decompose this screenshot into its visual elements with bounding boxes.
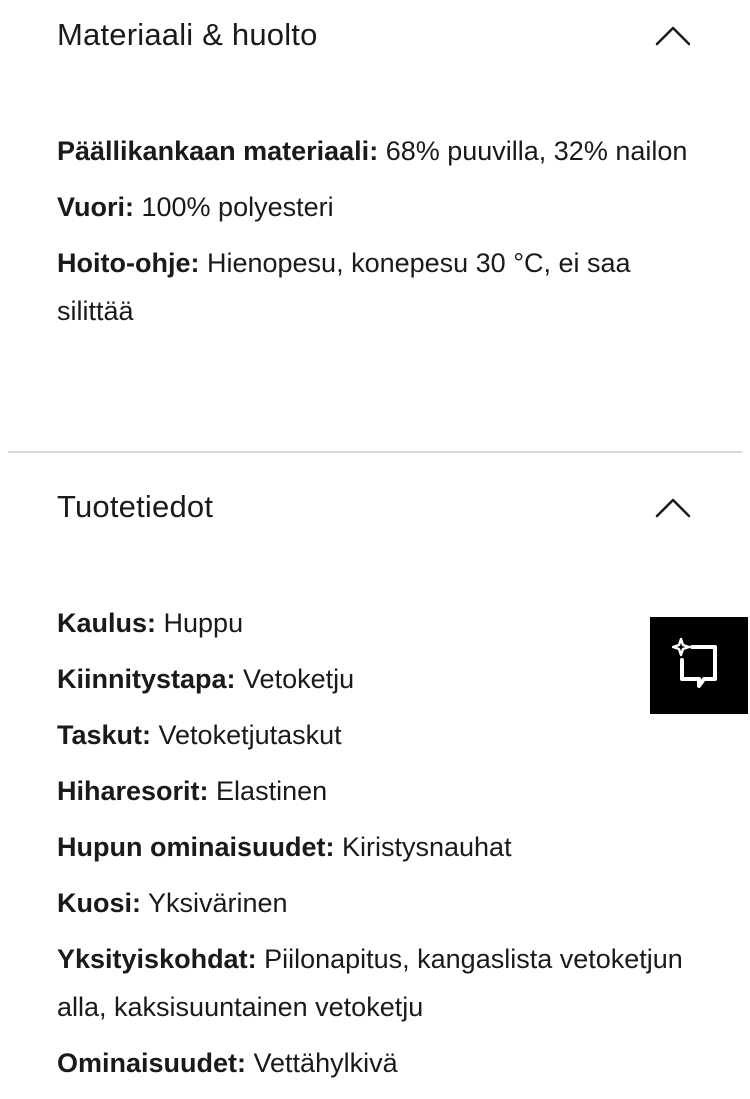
- attribute-row: Kaulus: Huppu: [57, 599, 697, 647]
- materials-attribute-list: Päällikankaan materiaali: 68% puuvilla, …: [57, 127, 697, 343]
- attribute-row: Yksityiskohdat: Piilonapitus, kangaslist…: [57, 935, 697, 1031]
- attribute-row: Vuori: 100% polyesteri: [57, 183, 697, 231]
- attribute-row: Hiharesorit: Elastinen: [57, 767, 697, 815]
- section-title: Tuotetiedot: [57, 489, 214, 524]
- visual-search-button[interactable]: [650, 617, 748, 714]
- attribute-value: Elastinen: [208, 776, 328, 806]
- attribute-key: Hupun ominaisuudet:: [57, 832, 335, 862]
- sparkle-crop-icon: [671, 636, 726, 695]
- attribute-row: Kuosi: Yksivärinen: [57, 879, 697, 927]
- attribute-value: Kiristysnauhat: [334, 832, 512, 862]
- attribute-row: Hoito-ohje: Hienopesu, konepesu 30 °C, e…: [57, 239, 697, 335]
- chevron-up-icon[interactable]: [653, 487, 693, 527]
- attribute-value: Huppu: [156, 608, 244, 638]
- product-attribute-list: Kaulus: Huppu Kiinnitystapa: Vetoketju T…: [57, 599, 697, 1095]
- attribute-key: Ominaisuudet:: [57, 1048, 247, 1078]
- attribute-key: Kiinnitystapa:: [57, 664, 236, 694]
- attribute-value: Vetoketjutaskut: [151, 720, 342, 750]
- attribute-key: Hoito-ohje:: [57, 248, 200, 278]
- attribute-row: Päällikankaan materiaali: 68% puuvilla, …: [57, 127, 697, 175]
- product-info-header[interactable]: Tuotetiedot: [57, 477, 693, 537]
- attribute-row: Kiinnitystapa: Vetoketju: [57, 655, 697, 703]
- attribute-value: 68% puuvilla, 32% nailon: [378, 136, 688, 166]
- attribute-row: Taskut: Vetoketjutaskut: [57, 711, 697, 759]
- attribute-value: 100% polyesteri: [134, 192, 334, 222]
- attribute-key: Hiharesorit:: [57, 776, 209, 806]
- attribute-key: Kuosi:: [57, 888, 141, 918]
- attribute-value: Vetoketju: [235, 664, 355, 694]
- attribute-value: Yksivärinen: [141, 888, 288, 918]
- attribute-key: Kaulus:: [57, 608, 157, 638]
- attribute-row: Hupun ominaisuudet: Kiristysnauhat: [57, 823, 697, 871]
- attribute-key: Taskut:: [57, 720, 152, 750]
- product-details-page: Materiaali & huolto Päällikankaan materi…: [0, 0, 750, 1099]
- attribute-value: Vettähylkivä: [246, 1048, 398, 1078]
- attribute-row: Ominaisuudet: Vettähylkivä: [57, 1039, 697, 1087]
- section-divider: [8, 451, 742, 453]
- section-title: Materiaali & huolto: [57, 17, 318, 52]
- chevron-up-icon[interactable]: [653, 15, 693, 55]
- attribute-key: Päällikankaan materiaali:: [57, 136, 379, 166]
- attribute-key: Vuori:: [57, 192, 134, 222]
- attribute-key: Yksityiskohdat:: [57, 944, 257, 974]
- materials-care-header[interactable]: Materiaali & huolto: [57, 5, 693, 65]
